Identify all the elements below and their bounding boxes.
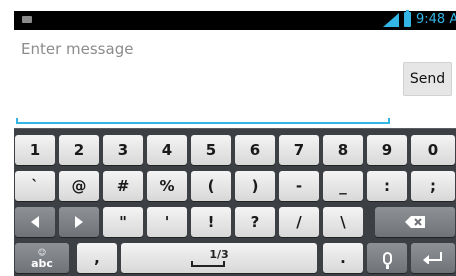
left-arrow-icon [31,216,39,228]
right-arrow-icon [75,216,83,228]
key-4[interactable]: 4 [147,135,187,165]
key-period[interactable]: . [323,243,363,273]
clock: 9:48 AM [416,12,456,27]
key-backtick[interactable]: ` [15,171,55,201]
key-semicolon[interactable]: ; [411,171,455,201]
key-at[interactable]: @ [59,171,99,201]
key-exclamation[interactable]: ! [191,207,231,237]
key-question[interactable]: ? [235,207,275,237]
abc-label: abc [31,257,53,270]
key-8[interactable]: 8 [323,135,363,165]
enter-icon [423,252,442,264]
key-apostrophe[interactable]: ' [147,207,187,237]
send-button[interactable]: Send [403,62,452,96]
key-hyphen[interactable]: - [279,171,319,201]
backspace-icon [405,216,425,228]
key-backslash[interactable]: \ [323,207,363,237]
signal-icon [383,13,399,27]
compose-area: Enter message Send [14,30,456,126]
key-open-paren[interactable]: ( [191,171,231,201]
battery-icon [404,10,411,27]
key-colon[interactable]: : [367,171,407,201]
mic-key[interactable] [367,243,407,273]
key-0[interactable]: 0 [411,135,455,165]
key-3[interactable]: 3 [103,135,143,165]
page-indicator: 1/3 [209,247,229,261]
keyboard: 1 2 3 4 5 6 7 8 9 0 ` @ # % ( ) - _ : ; … [14,128,456,276]
key-percent[interactable]: % [147,171,187,201]
key-5[interactable]: 5 [191,135,231,165]
key-6[interactable]: 6 [235,135,275,165]
key-comma[interactable]: , [77,243,117,273]
status-bar: 9:48 AM [14,10,456,30]
key-9[interactable]: 9 [367,135,407,165]
key-7[interactable]: 7 [279,135,319,165]
backspace-key[interactable] [375,207,455,237]
notification-icon [22,16,32,23]
space-key[interactable]: 1/3 [121,243,317,273]
key-double-quote[interactable]: " [103,207,143,237]
input-underline [16,118,390,124]
cursor-right-key[interactable] [59,207,99,237]
key-2[interactable]: 2 [59,135,99,165]
key-slash[interactable]: / [279,207,319,237]
message-input[interactable]: Enter message [21,40,133,58]
key-1[interactable]: 1 [15,135,55,165]
key-underscore[interactable]: _ [323,171,363,201]
enter-key[interactable] [411,243,455,273]
space-bracket-icon [191,261,225,267]
mic-icon [382,251,392,269]
cursor-left-key[interactable] [15,207,55,237]
key-close-paren[interactable]: ) [235,171,275,201]
key-hash[interactable]: # [103,171,143,201]
abc-key[interactable]: ☺ abc [15,243,69,273]
